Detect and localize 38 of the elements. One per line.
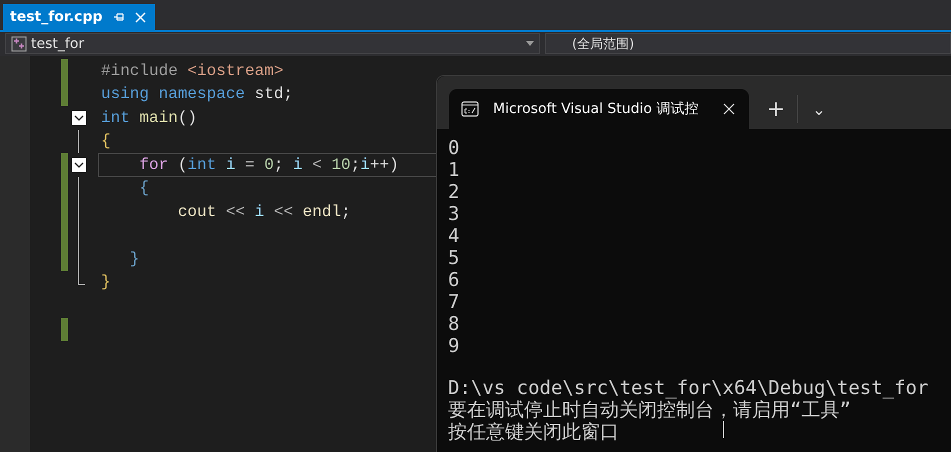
code-line: #include <iostream> [101,62,284,80]
console-output-line: 0 [448,137,460,159]
code-line: using namespace std; [101,85,294,104]
console-output-line: 5 [448,247,460,269]
console-tab[interactable]: Microsoft Visual Studio 调试控 [449,89,749,129]
project-dropdown[interactable]: test_for [5,33,540,54]
console-output-line: 4 [448,225,460,247]
console-output-line: 9 [448,335,460,357]
editor-tab[interactable]: test_for.cpp [3,4,154,30]
text-cursor [723,421,724,438]
console-output-line: 6 [448,269,460,291]
caret-icon [526,41,534,46]
collapse-icon[interactable] [72,110,86,125]
new-tab-button[interactable]: + [755,89,797,129]
code-line: { [101,132,111,150]
console-output-line: 1 [448,159,460,181]
console-tab-title: Microsoft Visual Studio 调试控 [493,100,700,118]
console-output-line: 3 [448,203,460,225]
console-message-line: 按任意键关闭此窗口 [448,421,619,443]
console-output-line: 7 [448,291,460,313]
console-output-line: 8 [448,313,460,335]
pin-icon[interactable] [112,11,124,23]
terminal-icon [461,101,479,117]
code-line: { [138,179,150,198]
code-line: } [101,273,111,292]
scope-dropdown[interactable]: (全局范围) [545,33,951,54]
code-line: } [128,250,140,268]
collapse-icon[interactable] [72,158,86,172]
code-line: int main() [101,108,198,127]
project-icon [11,36,27,52]
close-icon[interactable] [723,103,735,115]
dropdown-button[interactable]: ⌄ [798,89,840,129]
console-message-line: 要在调试停止时自动关闭控制台，请启用“工具” [448,399,851,421]
code-line: cout << i << endl; [176,202,351,221]
code-line: for (int i = 0; i < 10;i++) [138,156,399,174]
console-output-line: 2 [448,181,460,203]
console-message-line: D:\vs code\src\test_for\x64\Debug\test_for [448,377,928,399]
project-name: test_for [31,36,84,52]
